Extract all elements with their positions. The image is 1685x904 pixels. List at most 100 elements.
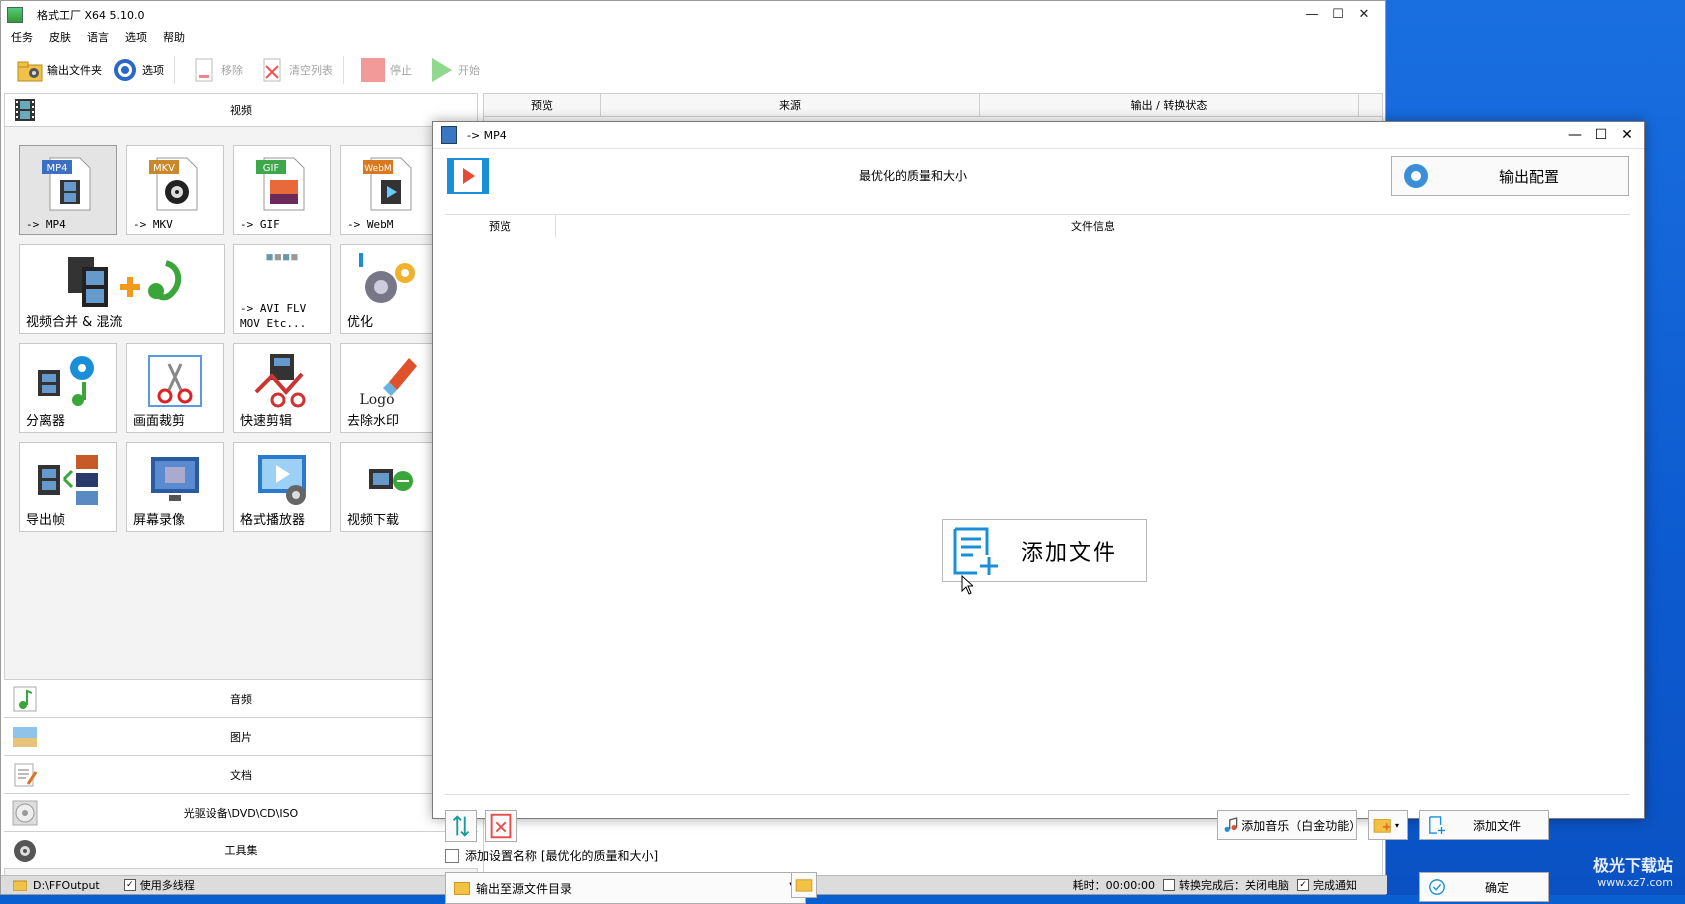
tile-optimize[interactable]: 优化: [340, 244, 438, 334]
output-folder-button[interactable]: 输出文件夹: [17, 57, 102, 83]
maximize-button[interactable]: ☐: [1325, 1, 1351, 29]
clear-list-button[interactable]: 清空列表: [259, 57, 333, 83]
category-image[interactable]: 图片: [4, 717, 478, 755]
mp4-dialog: -> MP4 — ☐ ✕ 最优化的质量和大小 输出配置 预览 文件信息 添加文件…: [432, 121, 1645, 904]
add-file-button[interactable]: 添加文件: [1419, 810, 1549, 840]
tile-avi-flv-mov[interactable]: -> AVI FLV MOV Etc...: [233, 244, 331, 334]
remove-icon: [195, 58, 213, 82]
notify-checkbox[interactable]: ✓: [1297, 879, 1309, 891]
webm-file-icon: WebM: [363, 157, 412, 211]
elapsed-time: 耗时：00:00:00: [1072, 879, 1155, 892]
col-source[interactable]: 来源: [601, 94, 980, 116]
bottom-categories: 音频 图片 文档 光驱设备\DVD\CD\ISO 工具集: [4, 679, 478, 869]
quick-cut-icon: [254, 354, 306, 408]
file-table-header: 预览 文件信息: [445, 214, 1630, 238]
tile-crop[interactable]: 画面裁剪: [126, 343, 224, 433]
add-file-large-button[interactable]: 添加文件: [942, 519, 1147, 582]
player-icon: [258, 455, 306, 505]
start-button[interactable]: 开始: [428, 57, 480, 83]
options-icon: [114, 59, 136, 81]
tile-splitter[interactable]: 分离器: [19, 343, 117, 433]
add-folder-button[interactable]: ▾: [1368, 810, 1408, 840]
remove-button[interactable]: 移除: [191, 57, 243, 83]
menu-language[interactable]: 语言: [87, 29, 109, 47]
add-setting-name-row: 添加设置名称 [最优化的质量和大小]: [445, 847, 658, 864]
eraser-icon: Logo: [359, 358, 417, 408]
options-button[interactable]: 选项: [112, 57, 164, 83]
menu-help[interactable]: 帮助: [163, 29, 185, 47]
sort-button[interactable]: [445, 810, 477, 842]
menu-skin[interactable]: 皮肤: [49, 29, 71, 47]
tile-merge[interactable]: 视频合并 & 混流: [19, 244, 225, 334]
tile-player[interactable]: 格式播放器: [233, 442, 331, 532]
browse-folder-button[interactable]: [791, 872, 817, 898]
category-video[interactable]: 视频: [5, 94, 477, 127]
disc-icon: [12, 800, 38, 826]
download-icon: [369, 469, 413, 491]
output-target-select[interactable]: 输出至源文件目录 ▼: [445, 872, 806, 904]
minimize-button[interactable]: —: [1299, 1, 1325, 29]
dialog-icon: [441, 126, 457, 144]
toolbar: 输出文件夹 选项 移除 清空列表 停止 开始: [1, 53, 1385, 87]
tile-screen-record[interactable]: 屏幕录像: [126, 442, 224, 532]
screen-record-icon: [151, 457, 199, 501]
col-file-preview[interactable]: 预览: [445, 215, 556, 237]
profile-name: 最优化的质量和大小: [858, 169, 967, 183]
merge-icon: [68, 257, 182, 307]
chevron-down-icon: ▾: [1395, 820, 1400, 830]
mouse-cursor-icon: [961, 575, 973, 595]
add-setting-name-checkbox[interactable]: [445, 848, 459, 863]
svg-text:GIF: GIF: [263, 163, 280, 174]
multithread-checkbox[interactable]: ✓: [123, 879, 136, 891]
menu-options[interactable]: 选项: [125, 29, 147, 47]
output-config-button[interactable]: 输出配置: [1391, 156, 1629, 196]
gear-icon: [1404, 164, 1428, 188]
category-document[interactable]: 文档: [4, 755, 478, 793]
folder-icon: [17, 61, 43, 82]
dialog-minimize-button[interactable]: —: [1562, 122, 1588, 148]
gif-file-icon: GIF: [256, 157, 305, 211]
after-done-label: 转换完成后：关闭电脑: [1179, 879, 1289, 892]
category-tools[interactable]: 工具集: [4, 831, 478, 869]
tile-export-frames[interactable]: 导出帧: [19, 442, 117, 532]
add-music-button[interactable]: 添加音乐（白金功能）: [1217, 810, 1361, 840]
category-audio[interactable]: 音频: [4, 679, 478, 717]
svg-text:MKV: MKV: [153, 163, 175, 174]
stop-icon: [361, 58, 385, 82]
ok-button[interactable]: 确定: [1419, 872, 1549, 902]
add-file-icon: [953, 527, 998, 575]
optimize-icon: [359, 253, 415, 303]
folder-icon: [13, 880, 27, 891]
menubar: 任务 皮肤 语言 选项 帮助: [11, 29, 201, 47]
tile-webm[interactable]: WebM -> WebM: [340, 145, 438, 235]
col-preview[interactable]: 预览: [484, 94, 601, 116]
dialog-close-button[interactable]: ✕: [1614, 122, 1640, 148]
music-icon: [1224, 817, 1238, 832]
tile-quick-cut[interactable]: 快速剪辑: [233, 343, 331, 433]
folder-icon: [454, 881, 470, 895]
category-optical[interactable]: 光驱设备\DVD\CD\ISO: [4, 793, 478, 831]
mp4-file-icon: MP4: [42, 157, 91, 211]
menu-task[interactable]: 任务: [11, 29, 33, 47]
tile-gif[interactable]: GIF -> GIF: [233, 145, 331, 235]
col-output-status[interactable]: 输出 / 转换状态: [980, 94, 1359, 116]
file-list[interactable]: 添加文件: [445, 237, 1630, 795]
tile-remove-logo[interactable]: Logo 去除水印: [340, 343, 438, 433]
document-icon: [14, 763, 38, 787]
output-path[interactable]: D:\FFOutput: [33, 879, 100, 892]
stop-button[interactable]: 停止: [360, 57, 412, 83]
splitter-icon: [38, 356, 94, 406]
remove-file-button[interactable]: [485, 810, 517, 842]
dialog-maximize-button[interactable]: ☐: [1588, 122, 1614, 148]
close-button[interactable]: ✕: [1351, 1, 1377, 29]
tools-icon: [14, 840, 36, 862]
crop-icon: [148, 355, 202, 407]
col-file-info[interactable]: 文件信息: [556, 215, 1630, 237]
after-done-checkbox[interactable]: [1163, 879, 1175, 891]
tile-mkv[interactable]: MKV -> MKV: [126, 145, 224, 235]
main-titlebar: 格式工厂 X64 5.10.0 — ☐ ✕: [1, 1, 1385, 29]
music-note-icon: [13, 686, 37, 712]
folder-open-icon: [795, 879, 813, 892]
tile-video-download[interactable]: 视频下载: [340, 442, 438, 532]
tile-mp4[interactable]: MP4 -> MP4: [19, 145, 117, 235]
